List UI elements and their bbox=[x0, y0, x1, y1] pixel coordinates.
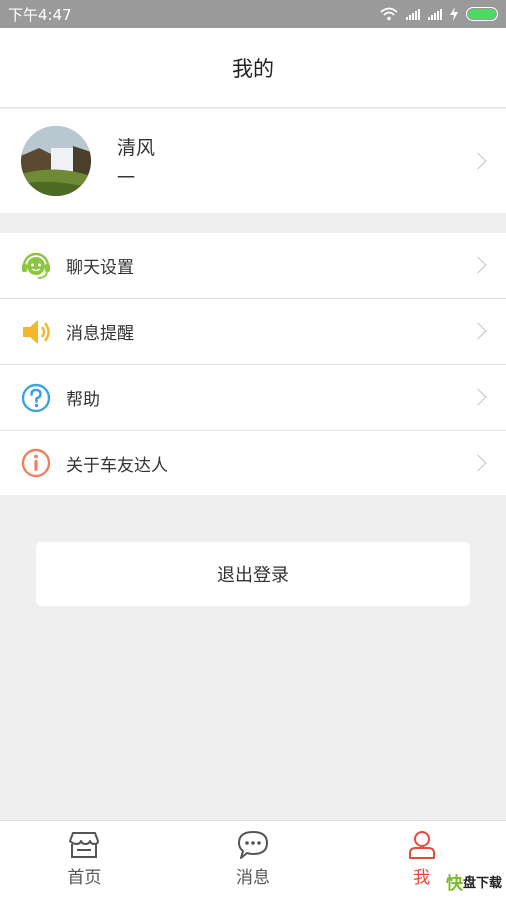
signal-icon bbox=[428, 8, 442, 20]
settings-menu: 聊天设置 消息提醒 帮助 关于车友达人 bbox=[0, 233, 506, 495]
profile-row[interactable]: 清风 一 bbox=[0, 109, 506, 213]
watermark-k: 快 bbox=[445, 874, 463, 894]
help-icon bbox=[20, 382, 52, 414]
menu-item-label: 聊天设置 bbox=[66, 258, 134, 278]
menu-item-label: 关于车友达人 bbox=[66, 455, 168, 476]
menu-item-label: 消息提醒 bbox=[66, 324, 134, 344]
chevron-right-icon bbox=[469, 388, 487, 406]
watermark-text: 盘下载 bbox=[462, 876, 502, 891]
logout-button[interactable]: 退出登录 bbox=[36, 542, 470, 606]
store-icon bbox=[69, 832, 100, 858]
menu-item-label: 帮助 bbox=[66, 390, 100, 410]
chat-support-icon bbox=[20, 250, 52, 282]
bottom-tab-bar: 首页 消息 我 bbox=[0, 820, 506, 900]
status-bar: 下午4:47 bbox=[0, 0, 506, 28]
person-icon bbox=[408, 831, 435, 859]
message-icon bbox=[238, 831, 268, 859]
battery-icon bbox=[466, 7, 498, 21]
page-title: 我的 bbox=[232, 56, 274, 81]
chevron-right-icon bbox=[469, 152, 487, 170]
profile-subtitle: 一 bbox=[117, 167, 135, 189]
menu-item-help[interactable]: 帮助 bbox=[0, 365, 506, 431]
avatar bbox=[21, 126, 91, 196]
menu-item-about[interactable]: 关于车友达人 bbox=[0, 431, 506, 495]
speaker-icon bbox=[20, 316, 52, 348]
chevron-right-icon bbox=[469, 322, 487, 340]
tab-home[interactable]: 首页 bbox=[0, 821, 169, 900]
tab-label: 首页 bbox=[67, 868, 102, 888]
watermark-logo: 快 盘下载 bbox=[446, 869, 502, 894]
menu-item-message-alert[interactable]: 消息提醒 bbox=[0, 299, 506, 365]
tab-label: 我 bbox=[413, 868, 431, 888]
signal-icon bbox=[406, 8, 420, 20]
page-header: 我的 bbox=[0, 28, 506, 108]
chevron-right-icon bbox=[469, 256, 487, 274]
tab-label: 消息 bbox=[236, 868, 270, 888]
menu-item-chat-settings[interactable]: 聊天设置 bbox=[0, 233, 506, 299]
status-time: 下午4:47 bbox=[8, 5, 72, 24]
charging-icon bbox=[450, 7, 458, 21]
chevron-right-icon bbox=[469, 454, 487, 472]
info-icon bbox=[20, 447, 52, 479]
tab-messages[interactable]: 消息 bbox=[169, 821, 338, 900]
wifi-icon bbox=[380, 7, 398, 21]
profile-name: 清风 bbox=[117, 136, 156, 159]
